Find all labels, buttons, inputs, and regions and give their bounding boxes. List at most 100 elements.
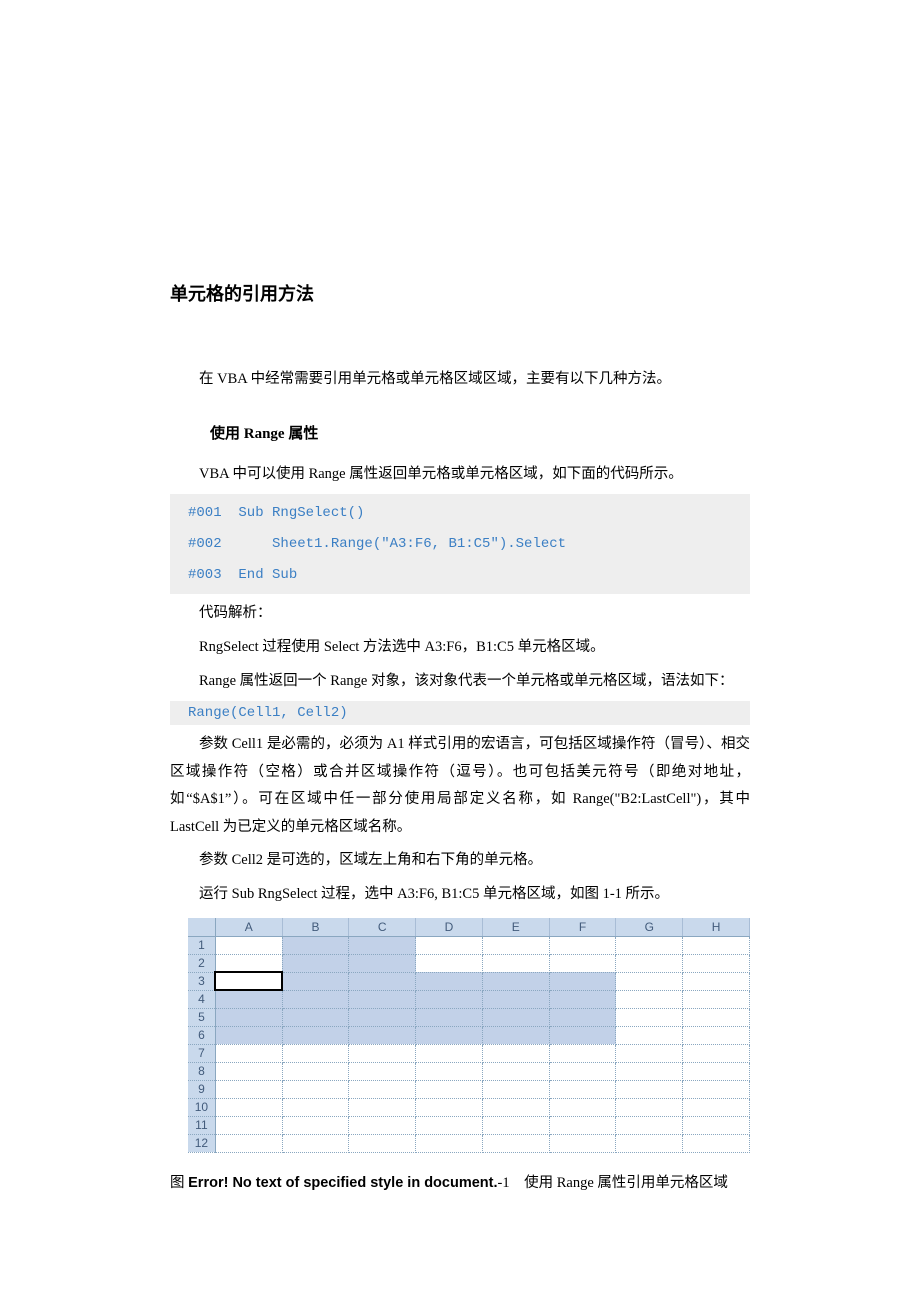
excel-cell	[549, 1044, 616, 1062]
excel-cell	[282, 972, 349, 990]
excel-row-header: 10	[188, 1098, 215, 1116]
excel-cell	[482, 1044, 549, 1062]
excel-row-header: 12	[188, 1134, 215, 1152]
excel-cell	[683, 1116, 750, 1134]
excel-cell	[215, 1044, 282, 1062]
excel-cell	[416, 936, 483, 954]
excel-cell	[549, 1098, 616, 1116]
excel-cell	[215, 1062, 282, 1080]
section1-lead: VBA 中可以使用 Range 属性返回单元格或单元格区域，如下面的代码所示。	[170, 461, 750, 489]
excel-cell	[416, 954, 483, 972]
excel-col-header: B	[282, 918, 349, 936]
excel-cell	[549, 1008, 616, 1026]
excel-col-header: C	[349, 918, 416, 936]
excel-col-header: E	[482, 918, 549, 936]
excel-cell	[282, 1134, 349, 1152]
excel-cell	[616, 1008, 683, 1026]
excel-cell	[215, 1026, 282, 1044]
excel-row-header: 11	[188, 1116, 215, 1134]
excel-cell	[349, 954, 416, 972]
para-run: 运行 Sub RngSelect 过程，选中 A3:F6, B1:C5 单元格区…	[170, 881, 750, 909]
excel-cell	[549, 1080, 616, 1098]
excel-cell	[482, 1116, 549, 1134]
excel-cell	[549, 1026, 616, 1044]
excel-cell	[683, 1008, 750, 1026]
page-container: 单元格的引用方法 在 VBA 中经常需要引用单元格或单元格区域区域，主要有以下几…	[0, 0, 920, 1266]
excel-cell	[549, 1134, 616, 1152]
figcap-text: 使用 Range 属性引用单元格区域	[524, 1175, 728, 1191]
excel-cell	[482, 936, 549, 954]
excel-cell	[482, 990, 549, 1008]
excel-cell	[416, 972, 483, 990]
figure-caption: 图 Error! No text of specified style in d…	[170, 1171, 750, 1192]
excel-cell	[683, 1062, 750, 1080]
excel-cell	[282, 1116, 349, 1134]
excel-cell	[349, 1134, 416, 1152]
excel-row-header: 2	[188, 954, 215, 972]
excel-cell	[215, 1080, 282, 1098]
intro-paragraph: 在 VBA 中经常需要引用单元格或单元格区域区域，主要有以下几种方法。	[170, 366, 750, 394]
excel-cell	[616, 1044, 683, 1062]
excel-cell	[616, 1080, 683, 1098]
code-desc-label: 代码解析：	[170, 600, 750, 628]
excel-cell	[416, 1116, 483, 1134]
excel-cell	[683, 1044, 750, 1062]
excel-col-header: H	[683, 918, 750, 936]
excel-row-header: 1	[188, 936, 215, 954]
excel-cell	[416, 1098, 483, 1116]
excel-row-header: 4	[188, 990, 215, 1008]
excel-cell	[282, 1080, 349, 1098]
excel-cell	[616, 1026, 683, 1044]
excel-grid: ABCDEFGH 123456789101112	[188, 918, 750, 1153]
excel-cell	[215, 936, 282, 954]
excel-cell	[482, 972, 549, 990]
excel-cell	[549, 1062, 616, 1080]
excel-cell	[482, 954, 549, 972]
excel-cell	[683, 1026, 750, 1044]
excel-cell	[349, 1098, 416, 1116]
figcap-suffix: -1	[498, 1175, 510, 1191]
excel-cell	[282, 1098, 349, 1116]
excel-cell	[616, 954, 683, 972]
excel-cell	[683, 990, 750, 1008]
excel-cell	[616, 1116, 683, 1134]
excel-cell	[349, 972, 416, 990]
excel-row-header: 8	[188, 1062, 215, 1080]
excel-cell	[416, 1062, 483, 1080]
code-block-rngselect: #001 Sub RngSelect() #002 Sheet1.Range("…	[170, 494, 750, 594]
excel-cell	[215, 990, 282, 1008]
excel-cell	[549, 954, 616, 972]
excel-col-header: G	[616, 918, 683, 936]
excel-cell	[349, 1116, 416, 1134]
syntax-block: Range(Cell1, Cell2)	[170, 701, 750, 725]
excel-cell	[282, 936, 349, 954]
excel-cell	[215, 1098, 282, 1116]
doc-title: 单元格的引用方法	[170, 280, 750, 306]
excel-cell	[683, 936, 750, 954]
excel-row-header: 9	[188, 1080, 215, 1098]
excel-cell	[282, 954, 349, 972]
excel-cell	[282, 1044, 349, 1062]
excel-cell	[416, 1008, 483, 1026]
excel-cell	[482, 1062, 549, 1080]
excel-cell	[616, 1098, 683, 1116]
figcap-error: Error! No text of specified style in doc…	[188, 1175, 497, 1191]
excel-cell	[616, 1062, 683, 1080]
excel-cell	[282, 1062, 349, 1080]
excel-cell	[349, 936, 416, 954]
excel-col-header: D	[416, 918, 483, 936]
excel-cell	[482, 1008, 549, 1026]
code-desc-2: Range 属性返回一个 Range 对象，该对象代表一个单元格或单元格区域，语…	[170, 668, 750, 696]
code-desc-1: RngSelect 过程使用 Select 方法选中 A3:F6，B1:C5 单…	[170, 634, 750, 662]
excel-cell	[482, 1098, 549, 1116]
excel-cell	[215, 972, 282, 990]
para-cell1: 参数 Cell1 是必需的，必须为 A1 样式引用的宏语言，可包括区域操作符（冒…	[170, 731, 750, 841]
excel-col-header: A	[215, 918, 282, 936]
excel-cell	[349, 1026, 416, 1044]
excel-cell	[349, 990, 416, 1008]
excel-cell	[683, 1080, 750, 1098]
excel-corner-cell	[188, 918, 215, 936]
excel-row-header: 7	[188, 1044, 215, 1062]
excel-cell	[549, 972, 616, 990]
excel-cell	[549, 1116, 616, 1134]
